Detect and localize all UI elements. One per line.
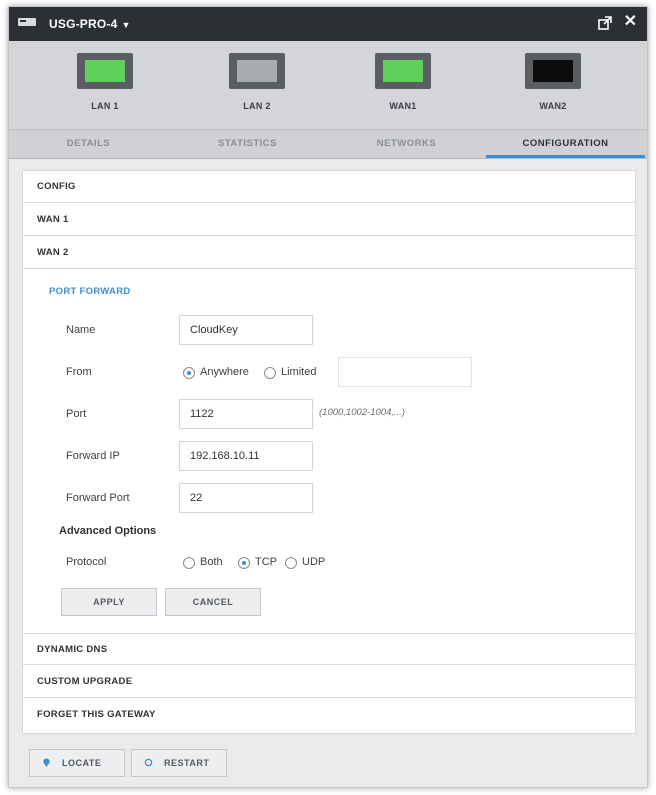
tab-configuration[interactable]: CONFIGURATION <box>486 130 645 158</box>
forward-port-label: Forward Port <box>66 492 130 504</box>
from-anywhere-radio[interactable] <box>183 367 195 379</box>
port-status-strip: LAN 1 LAN 2 WAN1 WAN2 <box>9 41 647 130</box>
advanced-options-heading: Advanced Options <box>59 525 157 537</box>
cancel-button[interactable]: CANCEL <box>165 588 261 616</box>
forward-ip-label: Forward IP <box>66 450 120 462</box>
protocol-both-radio[interactable] <box>183 557 195 569</box>
forward-ip-field[interactable]: 192.168.10.11 <box>179 441 313 471</box>
port-status-light <box>237 60 277 82</box>
section-dynamic-dns[interactable]: DYNAMIC DNS <box>23 633 635 665</box>
tab-statistics[interactable]: STATISTICS <box>168 130 327 158</box>
port-wan1[interactable]: WAN1 <box>367 53 439 111</box>
port-hint: (1000,1002-1004,...) <box>319 407 406 418</box>
section-custom-upgrade[interactable]: CUSTOM UPGRADE <box>23 666 635 698</box>
locate-button[interactable]: LOCATE <box>29 749 125 777</box>
device-name-dropdown[interactable]: USG-PRO-4 ▼ <box>49 17 131 31</box>
tab-details[interactable]: DETAILS <box>9 130 168 158</box>
tab-networks[interactable]: NETWORKS <box>327 130 486 158</box>
configuration-panel: CONFIG WAN 1 WAN 2 PORT FORWARD Name Clo… <box>22 170 636 734</box>
protocol-udp-radio[interactable] <box>285 557 297 569</box>
from-limited-radio[interactable] <box>264 367 276 379</box>
port-label: LAN 1 <box>91 101 119 111</box>
port-label: LAN 2 <box>243 101 271 111</box>
from-anywhere-label: Anywhere <box>200 366 249 378</box>
section-config[interactable]: CONFIG <box>23 171 635 203</box>
port-status-light <box>85 60 125 82</box>
section-forget-gateway[interactable]: FORGET THIS GATEWAY <box>23 699 635 731</box>
forward-port-field[interactable]: 22 <box>179 483 313 513</box>
port-lan2[interactable]: LAN 2 <box>221 53 293 111</box>
port-label: WAN2 <box>539 101 567 111</box>
location-pin-icon <box>43 758 50 767</box>
device-icon <box>18 18 36 26</box>
from-label: From <box>66 366 92 378</box>
device-properties-panel: USG-PRO-4 ▼ ✕ LAN 1 LAN 2 WAN1 WAN2 DETAI… <box>8 6 648 788</box>
restart-button[interactable]: RESTART <box>131 749 227 777</box>
apply-button[interactable]: APPLY <box>61 588 157 616</box>
section-wan2[interactable]: WAN 2 <box>23 237 635 269</box>
protocol-tcp-radio[interactable] <box>238 557 250 569</box>
port-label: WAN1 <box>389 101 417 111</box>
name-field[interactable]: CloudKey <box>179 315 313 345</box>
port-status-light <box>383 60 423 82</box>
port-icon <box>77 53 133 89</box>
from-limited-label: Limited <box>281 366 317 378</box>
chevron-down-icon: ▼ <box>121 20 131 30</box>
name-label: Name <box>66 324 96 336</box>
protocol-tcp-label: TCP <box>255 556 277 568</box>
port-wan2[interactable]: WAN2 <box>517 53 589 111</box>
popout-icon[interactable] <box>597 15 613 31</box>
restart-label: RESTART <box>164 758 210 768</box>
tab-bar: DETAILS STATISTICS NETWORKS CONFIGURATIO… <box>9 130 647 159</box>
title-bar: USG-PRO-4 ▼ ✕ <box>9 7 647 41</box>
device-name: USG-PRO-4 <box>49 17 118 31</box>
protocol-both-label: Both <box>200 556 223 568</box>
section-port-forward[interactable]: PORT FORWARD <box>49 286 131 297</box>
protocol-label: Protocol <box>66 556 107 568</box>
section-wan1[interactable]: WAN 1 <box>23 204 635 236</box>
limited-address-field[interactable] <box>338 357 472 387</box>
port-icon <box>229 53 285 89</box>
port-label: Port <box>66 408 87 420</box>
locate-label: LOCATE <box>62 758 102 768</box>
port-icon <box>375 53 431 89</box>
port-icon <box>525 53 581 89</box>
restart-icon <box>144 758 153 767</box>
protocol-udp-label: UDP <box>302 556 326 568</box>
close-icon[interactable]: ✕ <box>624 13 637 31</box>
port-lan1[interactable]: LAN 1 <box>69 53 141 111</box>
port-status-light <box>533 60 573 82</box>
port-field[interactable]: 1122 <box>179 399 313 429</box>
